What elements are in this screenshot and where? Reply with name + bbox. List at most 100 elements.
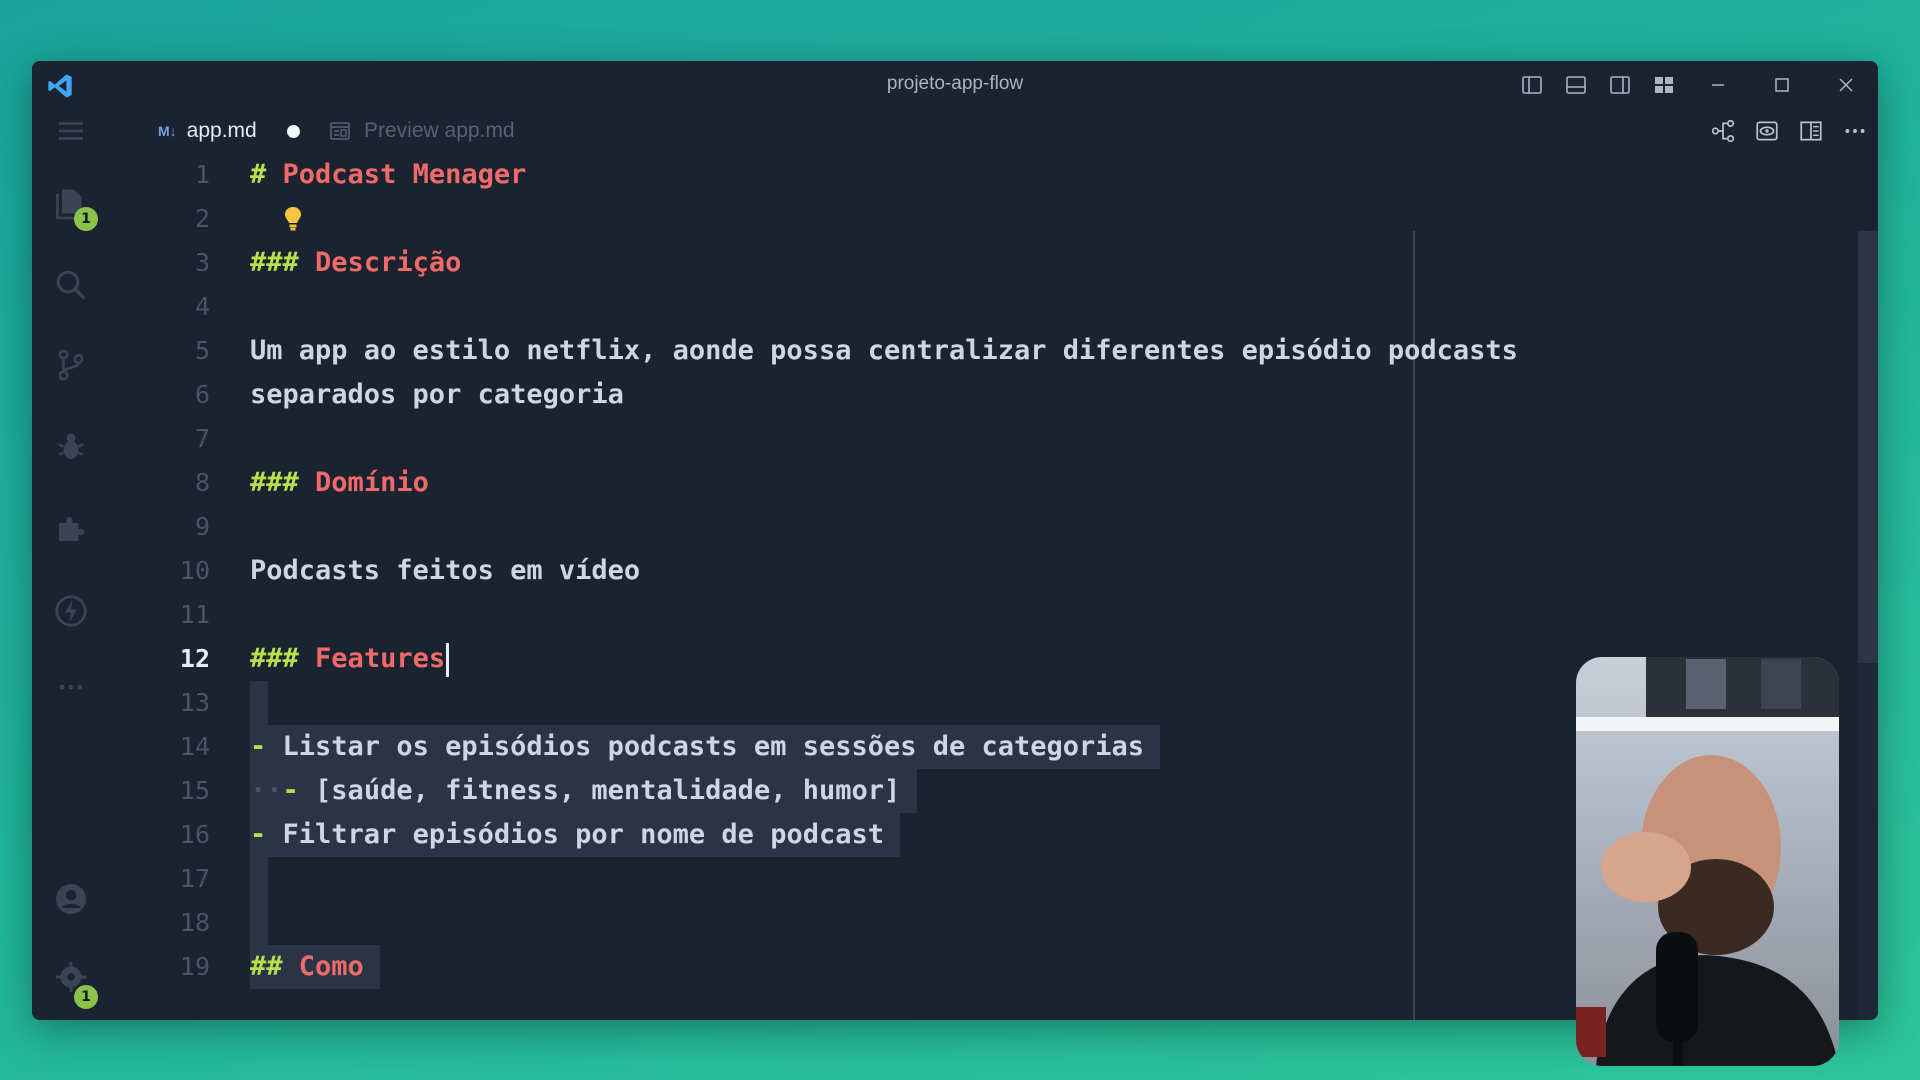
code-line: 8 ### Domínio [110, 461, 1878, 505]
list-text: Filtrar episódios por nome de podcast [282, 819, 884, 850]
line-number: 15 [179, 776, 210, 805]
customize-layout-icon [1655, 77, 1673, 93]
code-line: 5 Um app ao estilo netflix, aonde possa … [110, 329, 1878, 373]
line-number: 1 [194, 160, 210, 189]
list-text: [saúde, fitness, mentalidade, humor] [315, 775, 901, 806]
line-number: 8 [194, 468, 210, 497]
extensions-icon [59, 517, 85, 541]
tab-preview-app-md[interactable]: Preview app.md [328, 109, 515, 153]
split-editor-icon[interactable] [1798, 118, 1824, 144]
settings-badge: 1 [74, 985, 98, 1009]
line-number: 17 [179, 864, 210, 893]
preview-tab-icon [330, 122, 350, 140]
text-cursor [446, 642, 450, 677]
list-bullet: - [250, 731, 267, 762]
code-line: 1 # Podcast Menager [110, 153, 1878, 197]
toggle-secondary-sidebar-button[interactable] [1598, 61, 1642, 109]
activity-account[interactable] [32, 867, 110, 931]
activity-source-control[interactable] [32, 333, 110, 397]
unsaved-dot-icon[interactable] [286, 124, 300, 138]
webcam-overlay [1576, 657, 1839, 1066]
line-content: ## Como [250, 945, 381, 989]
line-content: ··- [saúde, fitness, mentalidade, humor] [250, 769, 917, 813]
line-number: 19 [179, 952, 210, 981]
toggle-primary-sidebar-button[interactable] [1510, 61, 1554, 109]
line-content: ### Features [250, 637, 450, 681]
line-content: - Listar os episódios podcasts em sessõe… [250, 725, 1161, 769]
activity-explorer[interactable]: 1 [32, 171, 110, 235]
activity-bar: 1 1 [32, 109, 110, 1020]
heading-text: Podcast Menager [282, 159, 527, 190]
line-number: 2 [194, 204, 210, 233]
heading-marker: ### [250, 467, 299, 498]
more-icon [59, 684, 83, 690]
minimize-icon [1712, 84, 1724, 86]
close-icon [1839, 78, 1853, 92]
maximize-button[interactable] [1750, 61, 1814, 109]
selection [250, 901, 268, 945]
activity-search[interactable] [32, 253, 110, 317]
activity-settings[interactable]: 1 [32, 945, 110, 1009]
explorer-badge: 1 [74, 207, 98, 231]
heading-marker: ## [250, 951, 283, 982]
code-line: 2 [110, 197, 1878, 241]
title-bar: projeto-app-flow [32, 61, 1878, 109]
hamburger-menu-icon [59, 122, 83, 140]
maximize-icon [1775, 78, 1789, 92]
code-line: 10 Podcasts feitos em vídeo [110, 549, 1878, 593]
lightbulb-icon[interactable] [282, 205, 304, 233]
line-number: 18 [179, 908, 210, 937]
more-actions-icon[interactable] [1842, 118, 1868, 144]
line-content: ### Domínio [250, 461, 429, 505]
toggle-primary-sidebar-icon [1522, 76, 1542, 94]
code-line: 6 separados por categoria [110, 373, 1878, 417]
line-content: separados por categoria [250, 379, 624, 410]
line-content: Um app ao estilo netflix, aonde possa ce… [250, 335, 1518, 366]
heading-marker: ### [250, 643, 299, 674]
heading-text: Features [315, 643, 446, 674]
heading-text: Descrição [315, 247, 462, 278]
activity-run-debug[interactable] [32, 415, 110, 479]
list-text: Listar os episódios podcasts em sessões … [282, 731, 1145, 762]
editor-actions [1710, 109, 1868, 153]
editor-tabs: M↓ app.md Preview app.md [110, 109, 1878, 153]
lightning-icon [55, 595, 87, 627]
line-number: 16 [179, 820, 210, 849]
line-number: 13 [179, 688, 210, 717]
toggle-panel-button[interactable] [1554, 61, 1598, 109]
source-control-icon [58, 349, 84, 381]
line-number: 6 [194, 380, 210, 409]
line-number: 9 [194, 512, 210, 541]
line-number: 4 [194, 292, 210, 321]
code-line: 7 [110, 417, 1878, 461]
customize-layout-button[interactable] [1642, 61, 1686, 109]
activity-lightning[interactable] [32, 579, 110, 643]
heading-marker: ### [250, 247, 299, 278]
line-number: 5 [194, 336, 210, 365]
heading-text: Domínio [315, 467, 429, 498]
open-changes-icon[interactable] [1710, 118, 1736, 144]
tab-app-md[interactable]: M↓ app.md [144, 109, 314, 153]
activity-extensions[interactable] [32, 497, 110, 561]
list-bullet: - [282, 775, 299, 806]
code-line: 11 [110, 593, 1878, 637]
line-content: ### Descrição [250, 241, 461, 285]
line-number: 12 [179, 644, 210, 673]
line-number: 3 [194, 248, 210, 277]
menu-button[interactable] [32, 109, 110, 153]
selection [250, 857, 268, 901]
search-icon [56, 270, 86, 300]
close-button[interactable] [1814, 61, 1878, 109]
tab-label: app.md [186, 119, 257, 142]
activity-more[interactable] [32, 655, 110, 719]
preview-icon[interactable] [1754, 118, 1780, 144]
account-icon [56, 884, 86, 914]
line-number: 7 [194, 424, 210, 453]
code-line: 4 [110, 285, 1878, 329]
toggle-panel-icon [1566, 76, 1586, 94]
heading-marker: # [250, 159, 267, 190]
title-controls [1510, 61, 1878, 109]
heading-text: Como [298, 951, 364, 982]
toggle-secondary-sidebar-icon [1610, 76, 1630, 94]
minimize-button[interactable] [1686, 61, 1750, 109]
